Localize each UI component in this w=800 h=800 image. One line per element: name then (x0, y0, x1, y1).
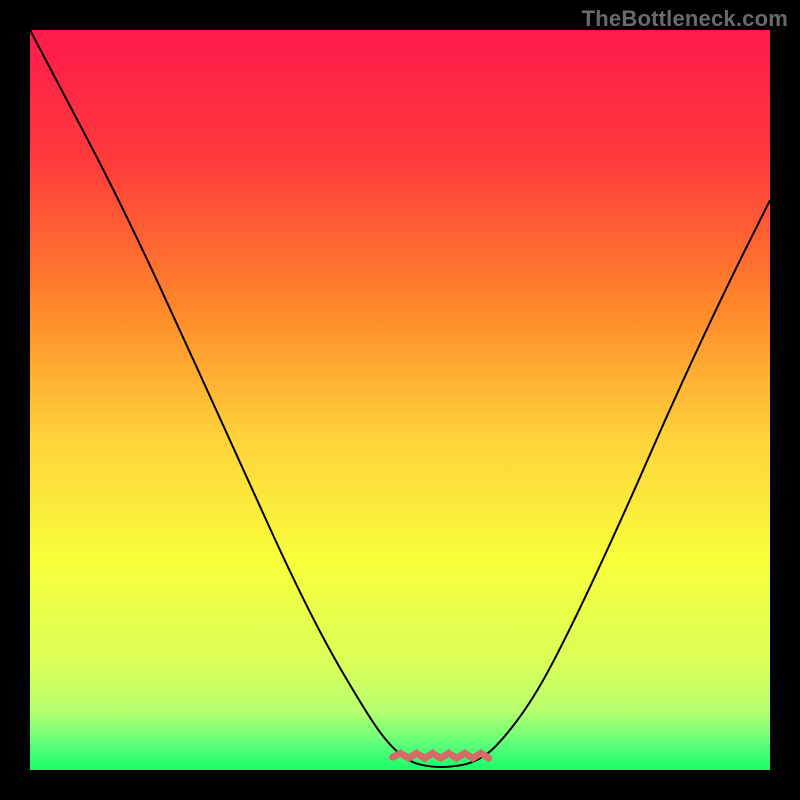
gradient-background (30, 30, 770, 770)
watermark-label: TheBottleneck.com (582, 6, 788, 32)
plot-area (30, 30, 770, 770)
chart-frame: TheBottleneck.com (0, 0, 800, 800)
bottleneck-chart (30, 30, 770, 770)
